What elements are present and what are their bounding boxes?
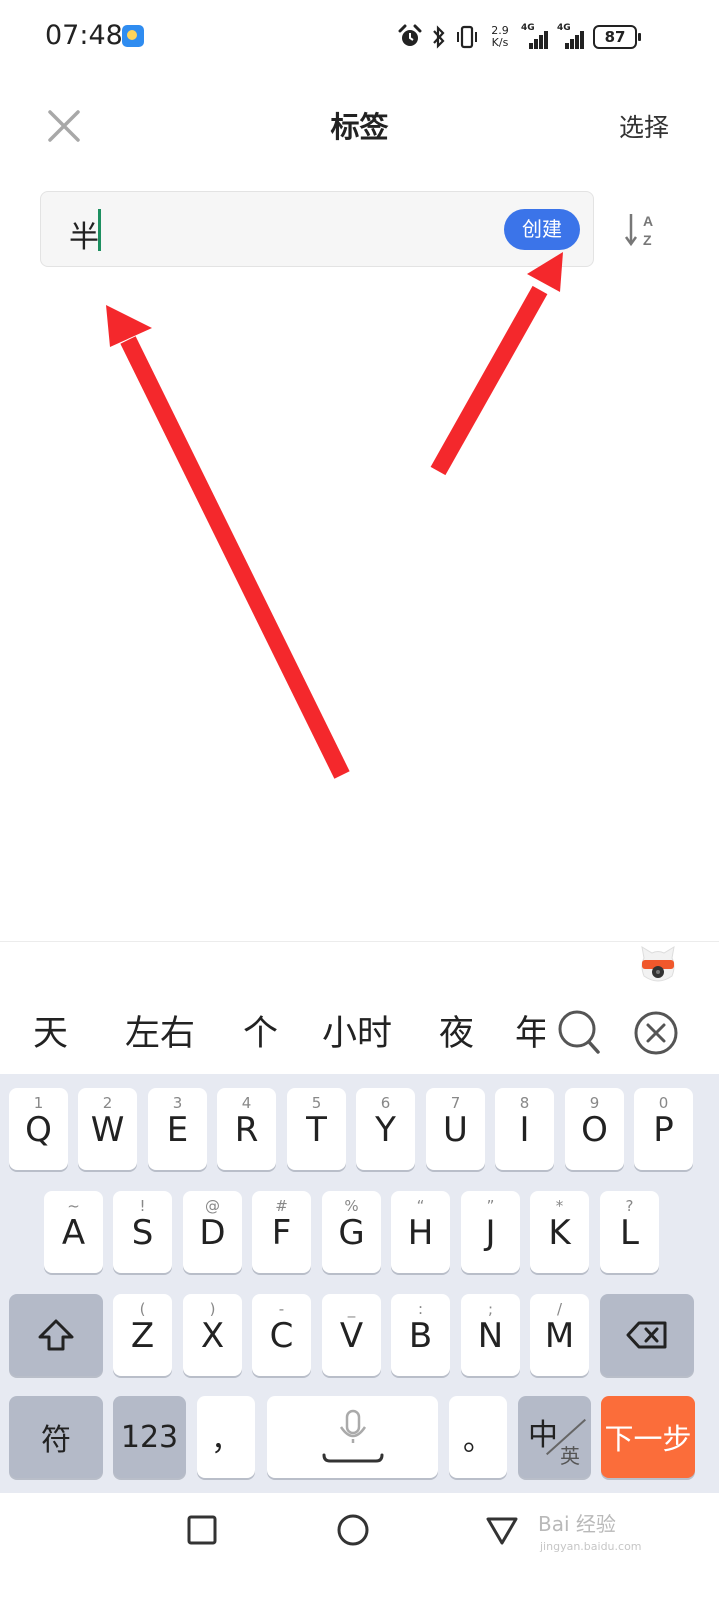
key-x[interactable]: ) X: [183, 1294, 242, 1376]
select-button[interactable]: 选择: [619, 108, 669, 144]
weather-app-icon: [122, 25, 144, 47]
key-f[interactable]: # F: [252, 1191, 311, 1273]
key-q[interactable]: 1Q: [9, 1088, 68, 1170]
candidate-item[interactable]: 左右: [125, 1005, 195, 1056]
candidate-item[interactable]: 小时: [322, 1005, 392, 1056]
signal-icon-2: 4G: [557, 23, 585, 49]
candidate-item-partial[interactable]: 年: [515, 1005, 545, 1065]
candidate-item[interactable]: 夜: [439, 1005, 474, 1056]
comma-key[interactable]: ，: [197, 1396, 255, 1478]
key-k[interactable]: * K: [530, 1191, 589, 1273]
candidate-divider: [0, 941, 719, 942]
tag-input-value: 半: [69, 220, 99, 255]
watermark: Bai 经验: [538, 1512, 616, 1536]
annotation-arrows: [106, 252, 563, 779]
symbols-key[interactable]: 符: [9, 1396, 103, 1478]
key-j[interactable]: ” J: [461, 1191, 520, 1273]
text-cursor: [98, 209, 101, 251]
search-icon[interactable]: [556, 1008, 602, 1058]
numbers-key[interactable]: 123: [113, 1396, 186, 1478]
sort-a-z-icon[interactable]: A Z: [624, 210, 658, 250]
candidate-item[interactable]: 天: [33, 1005, 68, 1056]
ime-mascot-icon[interactable]: [638, 944, 678, 986]
create-button[interactable]: 创建: [504, 209, 580, 250]
watermark-url: jingyan.baidu.com: [540, 1540, 642, 1553]
candidate-bar: 天 左右 个 小时 夜: [0, 1005, 719, 1065]
square-recents-icon[interactable]: [186, 1514, 218, 1546]
status-time: 07:48: [45, 20, 123, 51]
status-icons: 2.9 K/s 4G 4G 87: [397, 22, 645, 52]
svg-text:Z: Z: [643, 232, 652, 248]
key-i[interactable]: 8I: [495, 1088, 554, 1170]
clear-candidates-icon[interactable]: [633, 1010, 679, 1056]
key-y[interactable]: 6Y: [356, 1088, 415, 1170]
key-b[interactable]: :B: [391, 1294, 450, 1376]
signal-icon: 4G: [521, 23, 549, 49]
circle-home-icon[interactable]: [335, 1512, 371, 1548]
annotation-arrow-right: [430, 252, 563, 476]
language-toggle-key[interactable]: 中 英: [518, 1396, 591, 1478]
key-v[interactable]: _ V: [322, 1294, 381, 1376]
next-step-key[interactable]: 下一步: [601, 1396, 695, 1478]
key-g[interactable]: % G: [322, 1191, 381, 1273]
triangle-back-icon[interactable]: [484, 1515, 520, 1547]
key-n[interactable]: ; N: [461, 1294, 520, 1376]
key-c[interactable]: -C: [252, 1294, 311, 1376]
key-p[interactable]: 0P: [634, 1088, 693, 1170]
backspace-icon: [626, 1321, 667, 1349]
network-speed: 2.9 K/s: [491, 24, 509, 49]
svg-text:A: A: [643, 213, 653, 229]
key-w[interactable]: 2W: [78, 1088, 137, 1170]
period-key[interactable]: 。: [449, 1396, 507, 1478]
alarm-icon: [398, 24, 422, 46]
key-e[interactable]: 3E: [148, 1088, 207, 1170]
space-key[interactable]: [267, 1396, 438, 1478]
key-s[interactable]: ! S: [113, 1191, 172, 1273]
candidate-item[interactable]: 个: [243, 1005, 278, 1056]
annotation-arrow-left: [106, 305, 350, 779]
key-r[interactable]: 4R: [217, 1088, 276, 1170]
page-title: 标签: [330, 110, 389, 144]
status-bar: 07:48 2.9 K/s 4G 4G 87: [0, 0, 719, 75]
key-u[interactable]: 7U: [426, 1088, 485, 1170]
bluetooth-icon: [433, 25, 445, 49]
key-l[interactable]: ? L: [600, 1191, 659, 1273]
key-h[interactable]: “H: [391, 1191, 450, 1273]
keyboard: 1Q 2W 3E 4R 5T 6Y 7U 8I 9O 0P ~ A ! S @ D #…: [0, 1074, 719, 1493]
shift-icon: [38, 1319, 74, 1351]
backspace-key[interactable]: [600, 1294, 694, 1376]
key-a[interactable]: ~ A: [44, 1191, 103, 1273]
key-d[interactable]: @ D: [183, 1191, 242, 1273]
key-o[interactable]: 9O: [565, 1088, 624, 1170]
key-m[interactable]: / M: [530, 1294, 589, 1376]
key-z[interactable]: (Z: [113, 1294, 172, 1376]
battery-indicator: 87: [593, 25, 641, 49]
key-t[interactable]: 5T: [287, 1088, 346, 1170]
vibrate-icon: [457, 25, 477, 49]
microphone-icon: [322, 1409, 383, 1463]
shift-key[interactable]: [9, 1294, 103, 1376]
